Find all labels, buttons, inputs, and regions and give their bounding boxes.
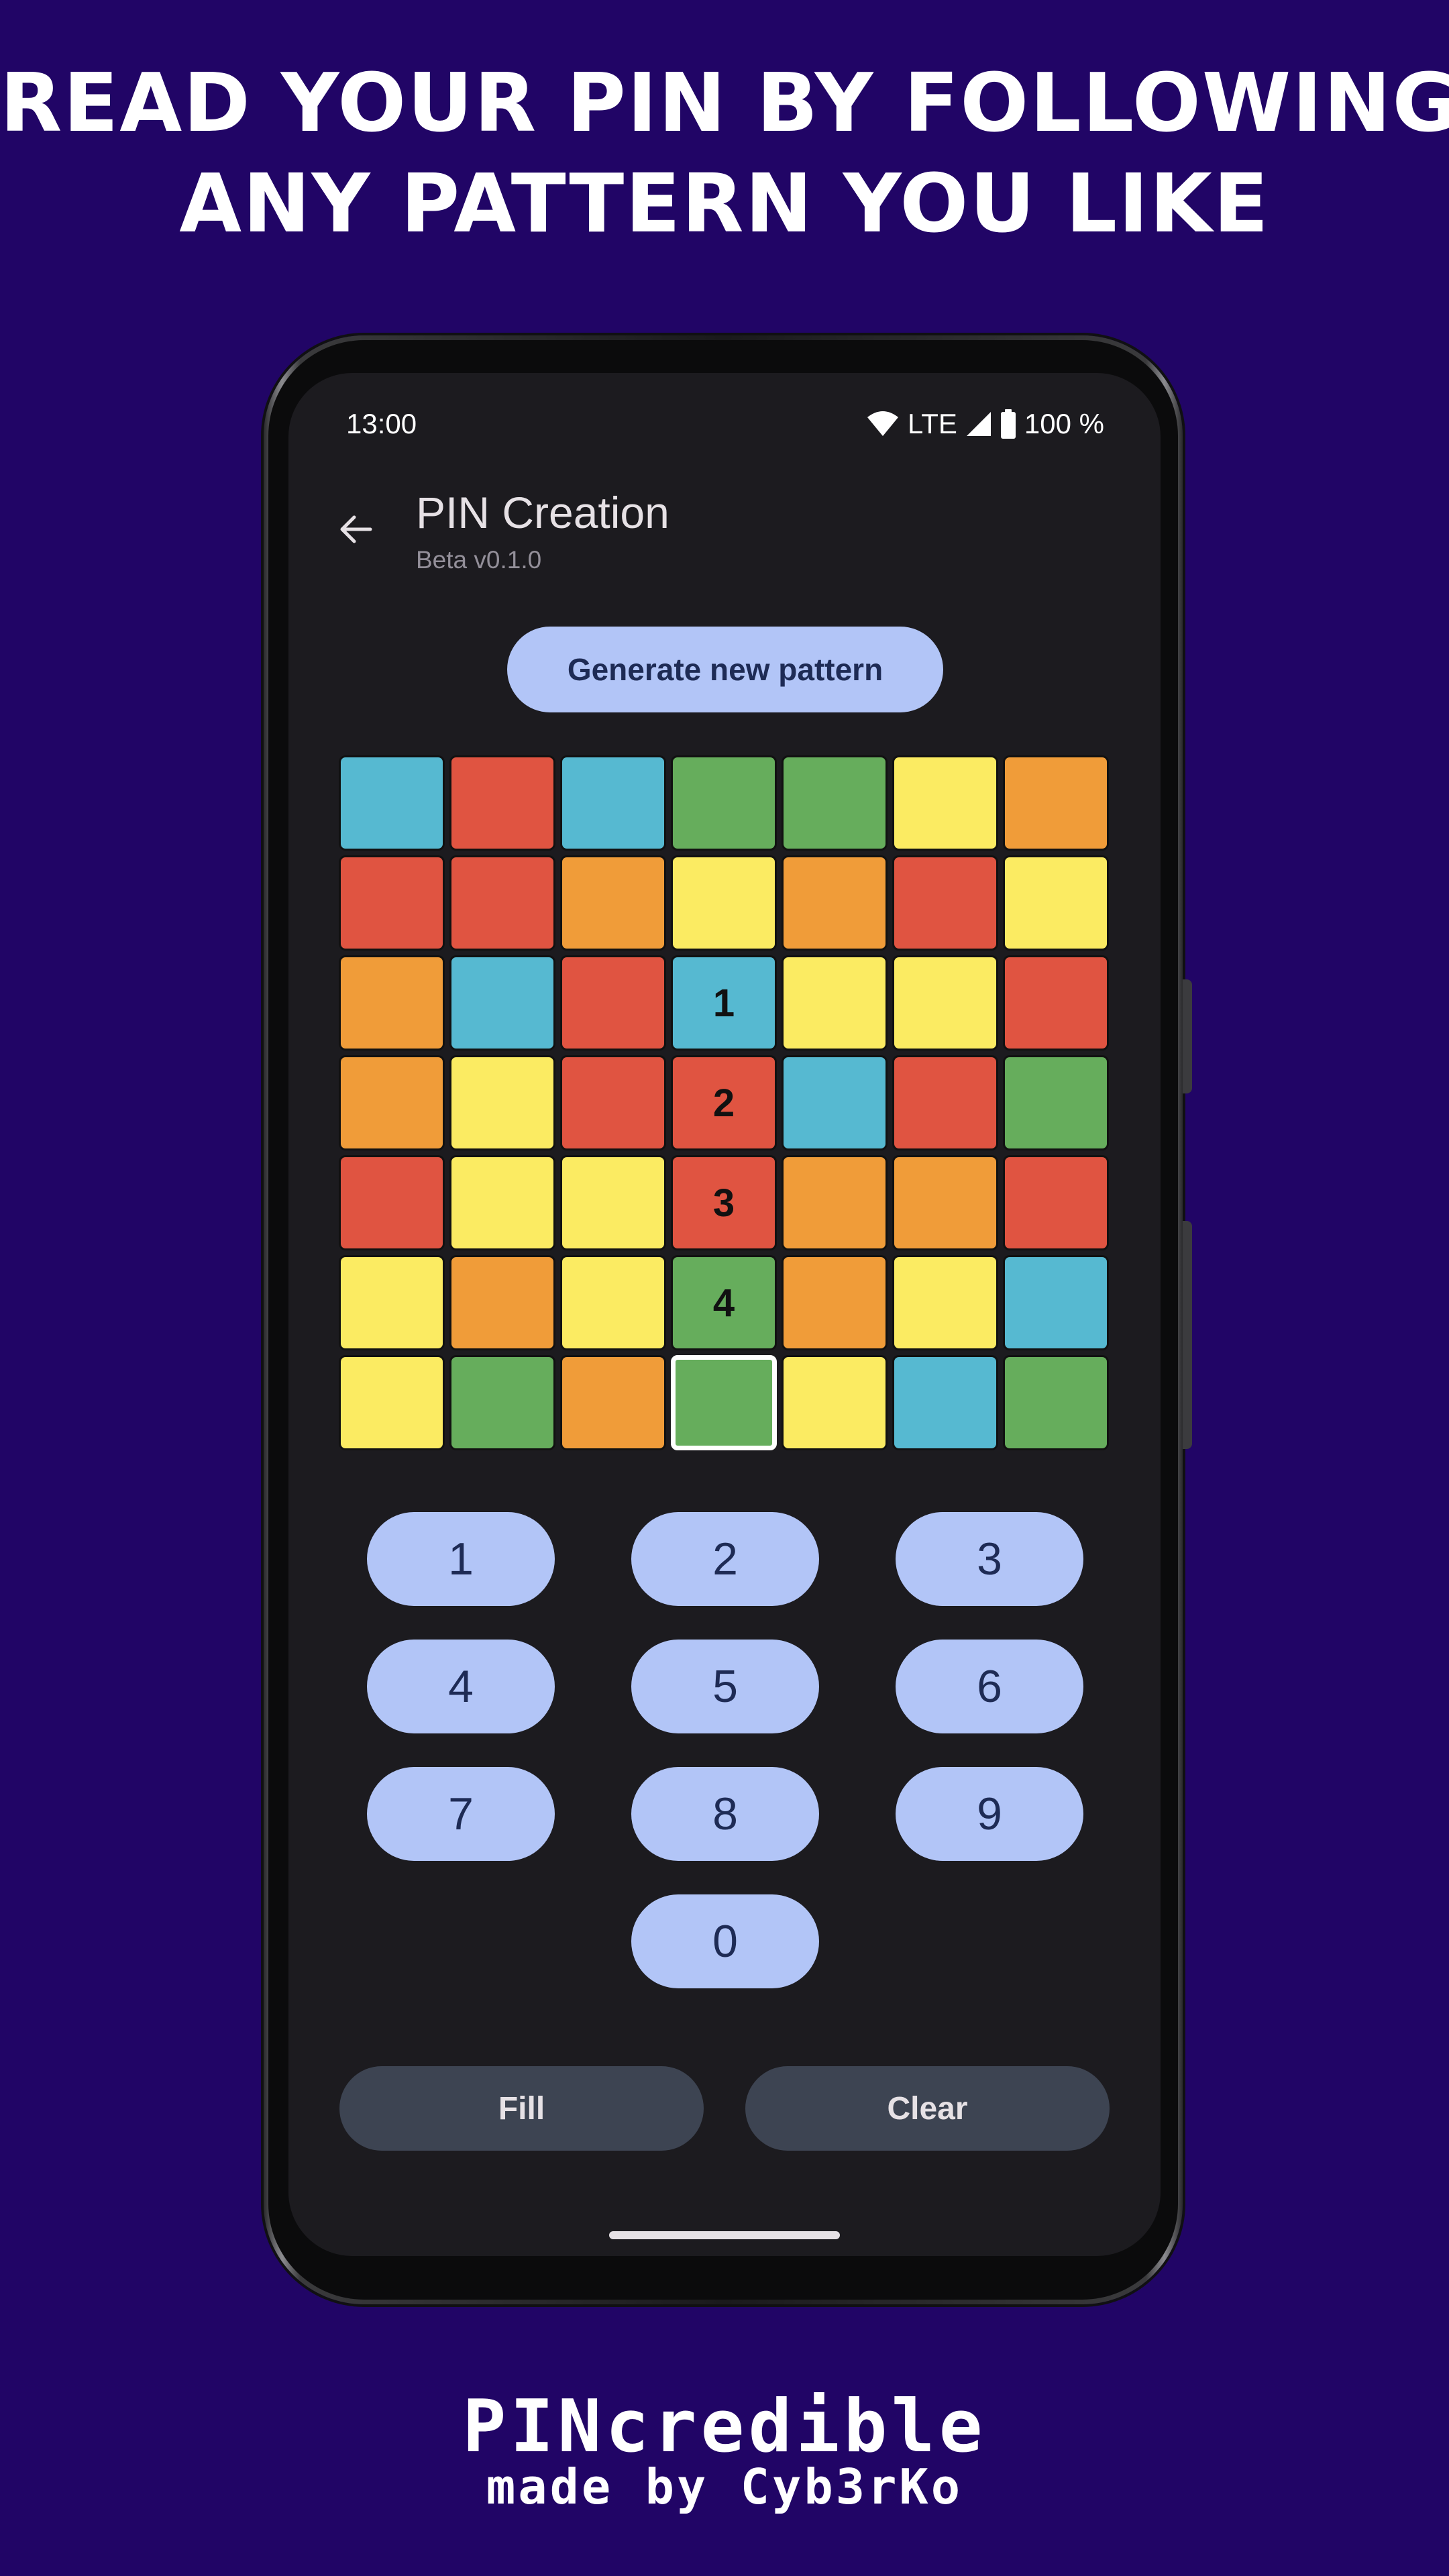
- clear-button[interactable]: Clear: [745, 2066, 1110, 2151]
- grid-cell[interactable]: [1003, 1355, 1109, 1450]
- grid-cell[interactable]: [782, 955, 888, 1051]
- cellular-signal-icon: [965, 411, 992, 437]
- page-title: PIN Creation: [416, 488, 669, 537]
- grid-cell[interactable]: [339, 1055, 445, 1150]
- grid-cell[interactable]: [892, 1355, 998, 1450]
- grid-cell[interactable]: [1003, 1055, 1109, 1150]
- key-8[interactable]: 8: [631, 1767, 819, 1861]
- grid-cell[interactable]: [449, 1155, 555, 1250]
- brand-credit: made by Cyb3rKo: [486, 2459, 963, 2515]
- grid-cell[interactable]: [560, 855, 666, 951]
- grid-cell[interactable]: [1003, 955, 1109, 1051]
- generate-pattern-button[interactable]: Generate new pattern: [507, 627, 943, 712]
- key-1[interactable]: 1: [367, 1512, 555, 1606]
- grid-cell[interactable]: [339, 755, 445, 851]
- grid-cell[interactable]: 2: [671, 1055, 777, 1150]
- status-time: 13:00: [346, 408, 417, 439]
- back-button[interactable]: [322, 497, 389, 564]
- grid-cell[interactable]: 1: [671, 955, 777, 1051]
- grid-cell[interactable]: [339, 855, 445, 951]
- grid-cell[interactable]: [339, 955, 445, 1051]
- grid-cell[interactable]: [892, 1155, 998, 1250]
- grid-cell[interactable]: [671, 755, 777, 851]
- grid-cell[interactable]: [560, 1355, 666, 1450]
- grid-cell[interactable]: [1003, 1155, 1109, 1250]
- grid-cell[interactable]: [449, 755, 555, 851]
- grid-cell[interactable]: [892, 1255, 998, 1350]
- grid-cell[interactable]: [892, 855, 998, 951]
- version-label: Beta v0.1.0: [416, 546, 542, 574]
- grid-cell[interactable]: [449, 1055, 555, 1150]
- wifi-icon: [866, 411, 900, 437]
- key-2[interactable]: 2: [631, 1512, 819, 1606]
- grid-cell[interactable]: [449, 1355, 555, 1450]
- grid-cell[interactable]: 3: [671, 1155, 777, 1250]
- grid-cell[interactable]: 4: [671, 1255, 777, 1350]
- key-0[interactable]: 0: [631, 1894, 819, 1988]
- status-bar: 13:00 LTE 100 %: [288, 393, 1161, 460]
- key-7[interactable]: 7: [367, 1767, 555, 1861]
- key-5[interactable]: 5: [631, 1640, 819, 1733]
- grid-cell[interactable]: [1003, 755, 1109, 851]
- grid-cell[interactable]: [671, 855, 777, 951]
- grid-cell[interactable]: [1003, 1255, 1109, 1350]
- key-3[interactable]: 3: [896, 1512, 1083, 1606]
- grid-cell[interactable]: [449, 1255, 555, 1350]
- key-6[interactable]: 6: [896, 1640, 1083, 1733]
- grid-cell[interactable]: [782, 855, 888, 951]
- grid-cell[interactable]: [339, 1355, 445, 1450]
- grid-cell[interactable]: [892, 755, 998, 851]
- promo-headline-line-1: READ YOUR PIN BY FOLLOWING: [0, 57, 1449, 150]
- promo-headline: READ YOUR PIN BY FOLLOWING ANY PATTERN Y…: [0, 54, 1449, 255]
- status-icons: LTE 100 %: [866, 408, 1104, 440]
- grid-cell[interactable]: [339, 1255, 445, 1350]
- battery-level: 100 %: [1024, 408, 1104, 439]
- grid-cell[interactable]: [560, 1055, 666, 1150]
- brand-name: PINcredible: [462, 2385, 987, 2469]
- pattern-grid: 1234: [339, 755, 1110, 1450]
- grid-cell[interactable]: [892, 955, 998, 1051]
- network-type: LTE: [907, 408, 957, 439]
- grid-cell[interactable]: [449, 855, 555, 951]
- grid-cell[interactable]: [449, 955, 555, 1051]
- arrow-back-icon: [335, 509, 376, 552]
- fill-button[interactable]: Fill: [339, 2066, 704, 2151]
- grid-cell[interactable]: [782, 1255, 888, 1350]
- gesture-nav-handle[interactable]: [609, 2231, 840, 2239]
- promo-headline-line-2: ANY PATTERN YOU LIKE: [179, 158, 1270, 251]
- key-4[interactable]: 4: [367, 1640, 555, 1733]
- grid-cell[interactable]: [339, 1155, 445, 1250]
- power-button: [1183, 1221, 1192, 1449]
- grid-cell[interactable]: [782, 1355, 888, 1450]
- key-9[interactable]: 9: [896, 1767, 1083, 1861]
- battery-icon: [1000, 409, 1016, 439]
- grid-cell[interactable]: [671, 1355, 777, 1450]
- grid-cell[interactable]: [782, 1155, 888, 1250]
- grid-cell[interactable]: [560, 1255, 666, 1350]
- grid-cell[interactable]: [892, 1055, 998, 1150]
- grid-cell[interactable]: [782, 1055, 888, 1150]
- grid-cell[interactable]: [1003, 855, 1109, 951]
- volume-button: [1183, 979, 1192, 1093]
- phone-screen: 13:00 LTE 100 % PIN Creation Beta v0.1.0…: [288, 373, 1161, 2256]
- grid-cell[interactable]: [560, 955, 666, 1051]
- app-bar: PIN Creation Beta v0.1.0: [288, 460, 1161, 594]
- grid-cell[interactable]: [560, 755, 666, 851]
- grid-cell[interactable]: [560, 1155, 666, 1250]
- grid-cell[interactable]: [782, 755, 888, 851]
